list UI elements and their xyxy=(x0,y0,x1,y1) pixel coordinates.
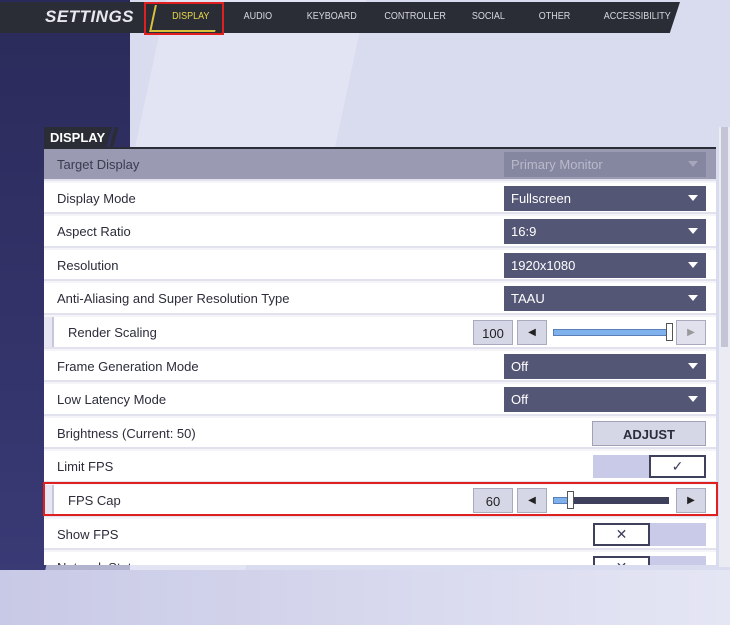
dropdown-value: Primary Monitor xyxy=(511,157,603,172)
page-title: SETTINGS xyxy=(45,7,135,26)
increase-button[interactable]: ▶ xyxy=(676,320,706,345)
setting-label: Low Latency Mode xyxy=(57,392,167,408)
tab-social[interactable]: SOCIAL xyxy=(472,11,505,22)
check-icon: ✓ xyxy=(649,455,706,479)
setting-row-render-scaling: Render Scaling 100 ◀ ▶ xyxy=(44,317,716,349)
render-scaling-value[interactable]: 100 xyxy=(473,320,513,345)
setting-row-limit-fps: Limit FPS ✓ xyxy=(44,451,716,483)
tab-audio[interactable]: AUDIO xyxy=(244,11,273,22)
dropdown-value: 16:9 xyxy=(511,224,537,240)
tab-controller[interactable]: CONTROLLER xyxy=(384,11,446,22)
setting-label: Render Scaling xyxy=(68,325,157,340)
setting-row-show-fps: Show FPS ✕ xyxy=(44,518,716,551)
limit-fps-toggle[interactable]: ✓ xyxy=(593,455,706,479)
section-title: DISPLAY xyxy=(44,127,112,147)
low-latency-mode-dropdown[interactable]: Off xyxy=(504,387,706,413)
chevron-down-icon xyxy=(688,261,698,268)
render-scaling-slider[interactable] xyxy=(553,323,673,341)
tab-highlight-box xyxy=(144,2,224,35)
setting-label: Resolution xyxy=(57,257,119,273)
network-stats-toggle[interactable]: ✕ xyxy=(593,556,706,565)
adjust-brightness-button[interactable]: ADJUST xyxy=(592,420,706,446)
scrollbar[interactable] xyxy=(719,127,730,567)
background-bottom xyxy=(0,570,730,625)
setting-label: Show FPS xyxy=(57,526,119,542)
tab-keyboard[interactable]: KEYBOARD xyxy=(307,11,357,22)
dropdown-value: Fullscreen xyxy=(511,190,571,206)
setting-label: Display Mode xyxy=(57,190,136,206)
decrease-button[interactable]: ◀ xyxy=(517,320,547,345)
setting-row-resolution: Resolution 1920x1080 xyxy=(44,249,716,282)
setting-label: Target Display xyxy=(57,157,140,172)
fps-cap-highlight-box xyxy=(43,482,718,516)
setting-row-low-latency-mode: Low Latency Mode Off xyxy=(44,384,716,416)
chevron-down-icon xyxy=(688,194,698,201)
aspect-ratio-dropdown[interactable]: 16:9 xyxy=(504,219,706,245)
slider-thumb[interactable] xyxy=(666,323,673,341)
scrollbar-thumb[interactable] xyxy=(721,127,728,347)
setting-row-network-stats: Network Stats ✕ xyxy=(44,552,716,565)
setting-label: Anti-Aliasing and Super Resolution Type xyxy=(57,291,290,307)
frame-generation-mode-dropdown[interactable]: Off xyxy=(504,353,706,379)
slider-fill xyxy=(553,329,669,336)
chevron-down-icon xyxy=(688,161,698,167)
show-fps-toggle[interactable]: ✕ xyxy=(593,522,706,546)
dropdown-value: Off xyxy=(511,392,529,408)
setting-row-aspect-ratio: Aspect Ratio 16:9 xyxy=(44,216,716,248)
dropdown-value: Off xyxy=(511,358,529,374)
sub-setting-indent xyxy=(44,317,54,347)
setting-label: Limit FPS xyxy=(57,459,114,475)
chevron-down-icon xyxy=(688,362,698,369)
setting-label: Brightness (Current: 50) xyxy=(57,425,196,441)
dropdown-value: TAAU xyxy=(511,291,545,307)
chevron-down-icon xyxy=(688,228,698,235)
tab-accessibility[interactable]: ACCESSIBILITY xyxy=(604,11,671,22)
resolution-dropdown[interactable]: 1920x1080 xyxy=(504,252,706,278)
setting-label: Frame Generation Mode xyxy=(57,358,199,374)
anti-aliasing-and-super-resolution-type-dropdown[interactable]: TAAU xyxy=(504,286,706,312)
chevron-down-icon xyxy=(688,396,698,403)
setting-row-display-mode: Display Mode Fullscreen xyxy=(44,182,716,215)
display-mode-dropdown[interactable]: Fullscreen xyxy=(504,185,706,211)
target-display-dropdown: Primary Monitor xyxy=(504,152,706,177)
close-icon: ✕ xyxy=(593,522,650,546)
setting-row-anti-aliasing-and-super-resolution-type: Anti-Aliasing and Super Resolution Type T… xyxy=(44,283,716,315)
setting-row-target-display: Target Display Primary Monitor xyxy=(44,149,716,181)
setting-row-frame-generation-mode: Frame Generation Mode Off xyxy=(44,350,716,383)
setting-row-brightness-current-50: Brightness (Current: 50) ADJUST xyxy=(44,417,716,450)
close-icon: ✕ xyxy=(593,556,650,565)
dropdown-value: 1920x1080 xyxy=(511,257,576,273)
chevron-down-icon xyxy=(688,295,698,302)
setting-label: Aspect Ratio xyxy=(57,224,131,240)
tab-other[interactable]: OTHER xyxy=(539,11,571,22)
setting-label: Network Stats xyxy=(57,560,138,565)
